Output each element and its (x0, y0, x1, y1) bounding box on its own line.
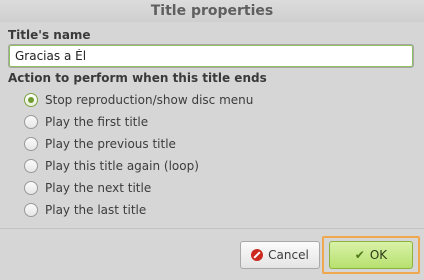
ok-button-label: OK (369, 248, 388, 262)
cancel-button[interactable]: Cancel (240, 241, 320, 269)
option-play-last[interactable]: Play the last title (24, 201, 146, 219)
radio-checked-icon[interactable] (24, 93, 38, 107)
radio-icon[interactable] (24, 203, 38, 217)
radio-icon[interactable] (24, 115, 38, 129)
option-play-again-loop[interactable]: Play this title again (loop) (24, 157, 199, 175)
option-play-previous[interactable]: Play the previous title (24, 135, 176, 153)
title-name-label: Title's name (8, 28, 91, 42)
option-play-next[interactable]: Play the next title (24, 179, 151, 197)
window-title: Title properties (150, 3, 274, 19)
check-icon: ✔ (354, 248, 365, 262)
option-play-first[interactable]: Play the first title (24, 113, 148, 131)
option-stop-show-menu[interactable]: Stop reproduction/show disc menu (24, 91, 253, 109)
radio-icon[interactable] (24, 137, 38, 151)
separator (0, 228, 424, 229)
option-label: Stop reproduction/show disc menu (45, 93, 254, 107)
option-label: Play the last title (45, 203, 147, 217)
radio-icon[interactable] (24, 159, 38, 173)
title-name-input[interactable] (8, 44, 414, 68)
radio-icon[interactable] (24, 181, 38, 195)
option-label: Play the first title (45, 115, 149, 129)
cancel-button-label: Cancel (268, 248, 309, 262)
option-label: Play the previous title (45, 137, 176, 151)
option-label: Play this title again (loop) (45, 159, 199, 173)
ok-button[interactable]: ✔ OK (329, 241, 413, 269)
cancel-icon (251, 249, 264, 261)
end-action-label: Action to perform when this title ends (8, 71, 267, 85)
option-label: Play the next title (45, 181, 152, 195)
title-properties-dialog: Title properties Title's name Action to … (0, 0, 424, 280)
titlebar[interactable]: Title properties (0, 0, 424, 22)
